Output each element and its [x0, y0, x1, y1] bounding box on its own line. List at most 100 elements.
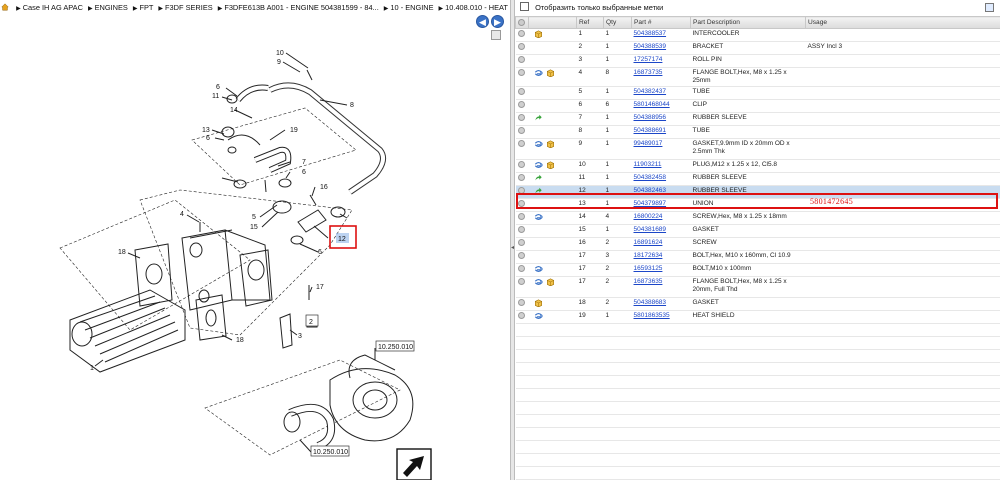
- callout-4[interactable]: 4: [180, 211, 184, 218]
- callout-8[interactable]: 8: [350, 102, 354, 109]
- callout-1[interactable]: 1: [90, 365, 94, 372]
- exploded-diagram[interactable]: 10 9 8 6 11 14 13 6 19 7 6 16 5 15 4 12 …: [0, 16, 510, 480]
- row-select[interactable]: [515, 159, 529, 173]
- callout-11[interactable]: 11: [212, 93, 219, 100]
- part-number-link[interactable]: 504382458: [634, 174, 667, 181]
- interchange-icon[interactable]: [534, 69, 543, 77]
- callout-7[interactable]: 7: [302, 159, 306, 166]
- row-select-icon[interactable]: [517, 213, 525, 220]
- table-row[interactable]: 7 1 504388956 RUBBER SLEEVE: [515, 112, 1000, 126]
- table-row[interactable]: 4 8 16873735 FLANGE BOLT,Hex, M8 x 1.25 x 2…: [515, 67, 1000, 87]
- row-select-icon[interactable]: [517, 69, 525, 76]
- next-page-icon[interactable]: [396, 448, 432, 480]
- table-row[interactable]: 13 1 504379897 UNION: [515, 198, 1000, 212]
- replacement-arrow-icon[interactable]: [534, 114, 543, 122]
- part-number-link[interactable]: 5801468044: [634, 101, 670, 108]
- row-select[interactable]: [515, 198, 529, 212]
- row-select[interactable]: [515, 28, 529, 42]
- row-select-icon[interactable]: [517, 43, 525, 50]
- row-select-icon[interactable]: [517, 226, 525, 233]
- col-usage[interactable]: Usage: [805, 16, 1000, 29]
- row-select[interactable]: [515, 185, 529, 199]
- col-select[interactable]: [515, 16, 529, 29]
- replacement-arrow-icon[interactable]: [534, 174, 543, 182]
- row-select[interactable]: [515, 237, 529, 251]
- part-number-link[interactable]: 16891624: [634, 239, 663, 246]
- table-row[interactable]: 17 2 16873635 FLANGE BOLT,Hex, M8 x 1.25 x …: [515, 276, 1000, 298]
- part-number-link[interactable]: 17257174: [634, 56, 663, 63]
- part-number-link[interactable]: 504388956: [634, 114, 667, 121]
- callout-5[interactable]: 5: [252, 214, 256, 221]
- part-number-link[interactable]: 504381689: [634, 226, 667, 233]
- callout-10[interactable]: 10: [276, 50, 284, 57]
- breadcrumb-item[interactable]: 10.408.010 - HEAT EXCHANGER: [445, 3, 510, 12]
- part-number-link[interactable]: 504388683: [634, 299, 667, 306]
- part-number-link[interactable]: 504382437: [634, 88, 667, 95]
- kit-box-icon[interactable]: [546, 161, 555, 169]
- row-select-icon[interactable]: [517, 278, 525, 285]
- callout-9[interactable]: 9: [277, 59, 281, 66]
- table-row[interactable]: 17 3 18172634 BOLT,Hex, M10 x 160mm, Cl 10.…: [515, 250, 1000, 264]
- export-icon[interactable]: [985, 3, 994, 12]
- kit-box-icon[interactable]: [546, 278, 555, 286]
- table-row[interactable]: 5 1 504382437 TUBE: [515, 86, 1000, 100]
- row-select-icon[interactable]: [517, 265, 525, 272]
- callout-15[interactable]: 15: [250, 224, 258, 231]
- callout-6d[interactable]: 6: [318, 249, 322, 256]
- row-select-icon[interactable]: [517, 56, 525, 63]
- row-select-icon[interactable]: [517, 88, 525, 95]
- row-select-icon[interactable]: [517, 187, 525, 194]
- callout-14[interactable]: 14: [230, 107, 238, 114]
- table-row[interactable]: 9 1 99489017 GASKET,9.9mm ID x 20mm OD x 2.…: [515, 138, 1000, 160]
- kit-box-icon[interactable]: [534, 30, 543, 38]
- table-row[interactable]: 16 2 16891624 SCREW: [515, 237, 1000, 251]
- callout-6c[interactable]: 6: [302, 169, 306, 176]
- interchange-icon[interactable]: [534, 265, 543, 273]
- table-row[interactable]: 10 1 11903211 PLUG,M12 x 1.25 x 12, Cl5.8: [515, 159, 1000, 173]
- callout-17[interactable]: 17: [316, 284, 324, 291]
- callout-19[interactable]: 19: [290, 127, 298, 134]
- interchange-icon[interactable]: [534, 140, 543, 148]
- replacement-arrow-icon[interactable]: [534, 187, 543, 195]
- row-select[interactable]: [515, 276, 529, 298]
- ref-10-250-010-bottom[interactable]: 10.250.010: [313, 449, 348, 456]
- row-select[interactable]: [515, 54, 529, 68]
- part-number-link[interactable]: 16873635: [634, 278, 663, 285]
- breadcrumb-item[interactable]: F3DFE613B A001 - ENGINE 504381599 - 84..…: [224, 3, 378, 12]
- ref-10-250-010-top[interactable]: 10.250.010: [378, 344, 413, 351]
- part-number-link[interactable]: 16593125: [634, 265, 663, 272]
- row-select[interactable]: [515, 263, 529, 277]
- breadcrumb-item[interactable]: FPT: [139, 3, 153, 12]
- col-qty[interactable]: Qty: [603, 16, 632, 29]
- row-select[interactable]: [515, 211, 529, 225]
- interchange-icon[interactable]: [534, 278, 543, 286]
- row-select-icon[interactable]: [517, 200, 525, 207]
- part-number-link[interactable]: 18172634: [634, 252, 663, 259]
- col-ref[interactable]: Ref: [576, 16, 604, 29]
- table-row[interactable]: 17 2 16593125 BOLT,M10 x 100mm: [515, 263, 1000, 277]
- row-select[interactable]: [515, 112, 529, 126]
- table-row[interactable]: 1 1 504388537 INTERCOOLER: [515, 28, 1000, 42]
- part-number-link[interactable]: 16873735: [634, 69, 663, 76]
- callout-3[interactable]: 3: [298, 333, 302, 340]
- part-number-link[interactable]: 504382463: [634, 187, 667, 194]
- callout-6b[interactable]: 6: [206, 135, 210, 142]
- breadcrumb-item[interactable]: F3DF SERIES: [165, 3, 213, 12]
- row-select[interactable]: [515, 86, 529, 100]
- row-select-icon[interactable]: [517, 140, 525, 147]
- table-row[interactable]: 2 1 504388539 BRACKET ASSY Incl 3: [515, 41, 1000, 55]
- part-number-link[interactable]: 504379897: [634, 200, 667, 207]
- table-row[interactable]: 6 6 5801468044 CLIP: [515, 99, 1000, 113]
- row-select-icon[interactable]: [517, 114, 525, 121]
- interchange-icon[interactable]: [534, 213, 543, 221]
- row-select[interactable]: [515, 41, 529, 55]
- row-select[interactable]: [515, 297, 529, 311]
- row-select-icon[interactable]: [517, 127, 525, 134]
- part-number-link[interactable]: 11903211: [634, 161, 662, 168]
- row-select-icon[interactable]: [517, 30, 525, 37]
- callout-13[interactable]: 13: [202, 127, 210, 134]
- callout-18b[interactable]: 18: [236, 337, 244, 344]
- table-row[interactable]: 15 1 504381689 GASKET: [515, 224, 1000, 238]
- table-row[interactable]: 19 1 5801863535 HEAT SHIELD: [515, 310, 1000, 324]
- row-select-icon[interactable]: [517, 101, 525, 108]
